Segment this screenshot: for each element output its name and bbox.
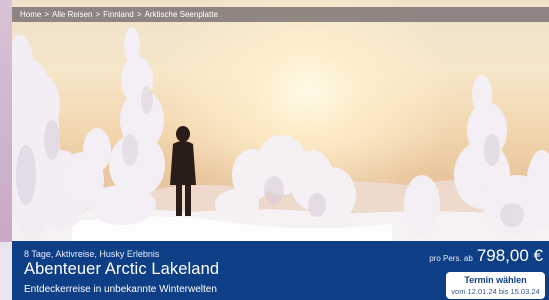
choose-date-label: Termin wählen [464, 275, 527, 285]
trip-subtitle: Entdeckerreise in unbekannte Winterwelte… [24, 284, 217, 295]
trip-title: Abenteuer Arctic Lakeland [24, 260, 220, 278]
winter-landscape-image [12, 27, 549, 242]
choose-date-button[interactable]: Termin wählen vom 12.01.24 bis 15.03.24 [446, 272, 545, 299]
price-block: pro Pers. ab 798,00 € [429, 246, 543, 266]
breadcrumb-item-home[interactable]: Home [20, 10, 41, 19]
trip-info-panel: 8 Tage, Aktivreise, Husky Erlebnis Abent… [12, 241, 549, 300]
breadcrumb-item-finnland[interactable]: Finnland [103, 10, 134, 19]
breadcrumb-item-alle-reisen[interactable]: Alle Reisen [52, 10, 92, 19]
breadcrumb: Home > Alle Reisen > Finnland > Arktisch… [12, 7, 549, 22]
price-prefix: pro Pers. ab [429, 254, 473, 263]
breadcrumb-separator: > [44, 10, 50, 19]
hero-image [12, 0, 549, 242]
trip-tags: 8 Tage, Aktivreise, Husky Erlebnis [24, 249, 160, 259]
breadcrumb-separator: > [95, 10, 101, 19]
tour-detail-header: Home > Alle Reisen > Finnland > Arktisch… [0, 0, 549, 300]
page-edge-strip [0, 0, 12, 242]
breadcrumb-item-current: Arktische Seenplatte [144, 10, 218, 19]
breadcrumb-separator: > [136, 10, 142, 19]
date-range: vom 12.01.24 bis 15.03.24 [451, 287, 540, 296]
price-value: 798,00 € [476, 246, 543, 265]
